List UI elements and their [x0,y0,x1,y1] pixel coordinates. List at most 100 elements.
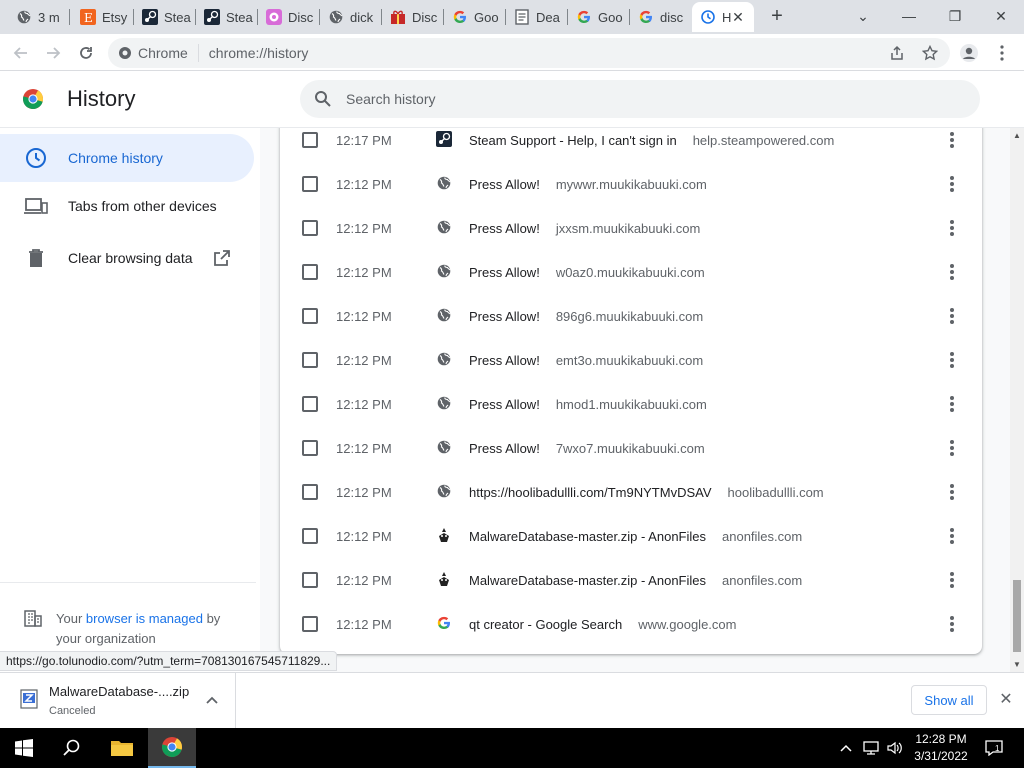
entry-checkbox[interactable] [302,352,318,368]
tab-search-chevron-icon[interactable]: ⌄ [848,4,878,28]
sidebar-item-label: Clear browsing data [68,250,193,266]
entry-link[interactable]: Press Allow! emt3o.muukikabuuki.com [469,353,703,368]
new-tab-plus-icon[interactable]: + [766,6,788,28]
entry-link[interactable]: Steam Support - Help, I can't sign in hel… [469,133,834,148]
browser-tab[interactable]: Goo [568,2,630,32]
entry-link[interactable]: Press Allow! mywwr.muukikabuuki.com [469,177,707,192]
close-window-button[interactable]: ✕ [986,4,1016,28]
file-explorer-button[interactable] [98,728,146,768]
entry-more-actions-icon[interactable] [948,218,956,238]
reload-button[interactable] [73,40,99,66]
forward-button[interactable] [40,40,66,66]
entry-more-actions-icon[interactable] [948,350,956,370]
entry-checkbox[interactable] [302,484,318,500]
search-taskbar-button[interactable] [48,728,96,768]
show-all-downloads-button[interactable]: Show all [911,685,987,715]
entry-more-actions-icon[interactable] [948,526,956,546]
entry-more-actions-icon[interactable] [948,130,956,150]
browser-tab[interactable]: Dea [506,2,568,32]
minimize-button[interactable]: — [894,4,924,28]
entry-checkbox[interactable] [302,264,318,280]
history-entry-row[interactable]: 12:12 PM Press Allow! 7wxo7.muukikabuuki.c… [280,426,982,470]
entry-link[interactable]: Press Allow! 7wxo7.muukikabuuki.com [469,441,705,456]
entry-link[interactable]: Press Allow! jxxsm.muukikabuuki.com [469,221,700,236]
entry-more-actions-icon[interactable] [948,570,956,590]
entry-more-actions-icon[interactable] [948,174,956,194]
history-entry-row[interactable]: 12:12 PM qt creator - Google Search www.go… [280,602,982,646]
entry-checkbox[interactable] [302,176,318,192]
entry-more-actions-icon[interactable] [948,394,956,414]
entry-link[interactable]: Press Allow! hmod1.muukikabuuki.com [469,397,707,412]
chrome-taskbar-button[interactable] [148,728,196,768]
maximize-button[interactable]: ❐ [940,4,970,28]
history-entry-row[interactable]: 12:12 PM MalwareDatabase-master.zip - Ano… [280,558,982,602]
volume-icon[interactable] [884,728,906,768]
site-info-chip[interactable]: Chrome [118,45,188,61]
history-entry-row[interactable]: 12:17 PM Steam Support - Help, I can't si… [280,128,982,162]
browser-tab[interactable]: H ✕ [692,2,754,32]
bookmark-button[interactable] [917,40,943,66]
sidebar-item-other-devices[interactable]: Tabs from other devices [0,182,254,230]
history-entry-row[interactable]: 12:12 PM Press Allow! hmod1.muukikabuuki.c… [280,382,982,426]
history-entry-row[interactable]: 12:12 PM Press Allow! mywwr.muukikabuuki.c… [280,162,982,206]
page-scrollbar[interactable]: ▲ ▼ [1010,128,1024,672]
history-entry-row[interactable]: 12:12 PM MalwareDatabase-master.zip - Ano… [280,514,982,558]
entry-checkbox[interactable] [302,132,318,148]
entry-checkbox[interactable] [302,572,318,588]
history-entry-row[interactable]: 12:12 PM Press Allow! emt3o.muukikabuuki.c… [280,338,982,382]
entry-link[interactable]: qt creator - Google Search www.google.com [469,617,736,632]
entry-checkbox[interactable] [302,616,318,632]
browser-tab[interactable]: E Etsy [72,2,134,32]
scrollbar-thumb[interactable] [1013,580,1021,652]
browser-tab[interactable]: Stea [134,2,196,32]
entry-more-actions-icon[interactable] [948,482,956,502]
star-icon [922,45,938,61]
tray-overflow-chevron-icon[interactable] [836,728,856,768]
entry-checkbox[interactable] [302,440,318,456]
network-icon[interactable] [860,728,882,768]
browser-tab[interactable]: dick [320,2,382,32]
sidebar-item-chrome-history[interactable]: Chrome history [0,134,254,182]
entry-checkbox[interactable] [302,308,318,324]
entry-more-actions-icon[interactable] [948,262,956,282]
chrome-menu-button[interactable] [989,40,1015,66]
sidebar-item-clear-browsing-data[interactable]: Clear browsing data [0,234,254,282]
browser-tab[interactable]: Stea [196,2,258,32]
search-placeholder: Search history [346,91,436,107]
entry-link[interactable]: Press Allow! 896g6.muukikabuuki.com [469,309,703,324]
entry-checkbox[interactable] [302,396,318,412]
close-tab-icon[interactable]: ✕ [730,9,746,25]
browser-managed-link[interactable]: browser is managed [86,611,203,626]
entry-checkbox[interactable] [302,528,318,544]
back-button[interactable] [8,40,34,66]
address-bar[interactable]: Chrome chrome://history [108,38,950,68]
browser-tab[interactable]: Goo [444,2,506,32]
chevron-up-icon[interactable] [204,693,220,709]
entry-link[interactable]: https://hoolibadullli.com/Tm9NYTMvDSAV ho… [469,485,824,500]
entry-link[interactable]: Press Allow! w0az0.muukikabuuki.com [469,265,705,280]
browser-tab[interactable]: Disc [258,2,320,32]
close-download-shelf-icon[interactable]: ✕ [997,691,1015,709]
search-history-field[interactable]: Search history [300,80,980,118]
entry-checkbox[interactable] [302,220,318,236]
history-entry-row[interactable]: 12:12 PM Press Allow! 896g6.muukikabuuki.c… [280,294,982,338]
history-entry-row[interactable]: 12:12 PM https://hoolibadullli.com/Tm9NYT… [280,470,982,514]
entry-link[interactable]: MalwareDatabase-master.zip - AnonFiles an… [469,573,802,588]
share-button[interactable] [884,40,910,66]
system-clock[interactable]: 12:28 PM 3/31/2022 [906,731,976,765]
entry-more-actions-icon[interactable] [948,306,956,326]
scroll-down-arrow-icon[interactable]: ▼ [1013,660,1021,669]
entry-more-actions-icon[interactable] [948,614,956,634]
download-item[interactable]: MalwareDatabase-....zip Canceled [0,673,236,728]
profile-button[interactable] [956,40,982,66]
history-entry-row[interactable]: 12:12 PM Press Allow! jxxsm.muukikabuuki.c… [280,206,982,250]
browser-tab[interactable]: Disc [382,2,444,32]
notifications-icon[interactable]: 1 [982,728,1006,768]
entry-more-actions-icon[interactable] [948,438,956,458]
start-button[interactable] [0,728,48,768]
browser-tab[interactable]: disc [630,2,692,32]
entry-link[interactable]: MalwareDatabase-master.zip - AnonFiles an… [469,529,802,544]
scroll-up-arrow-icon[interactable]: ▲ [1013,131,1021,140]
history-entry-row[interactable]: 12:12 PM Press Allow! w0az0.muukikabuuki.c… [280,250,982,294]
browser-tab[interactable]: 3 m [8,2,70,32]
